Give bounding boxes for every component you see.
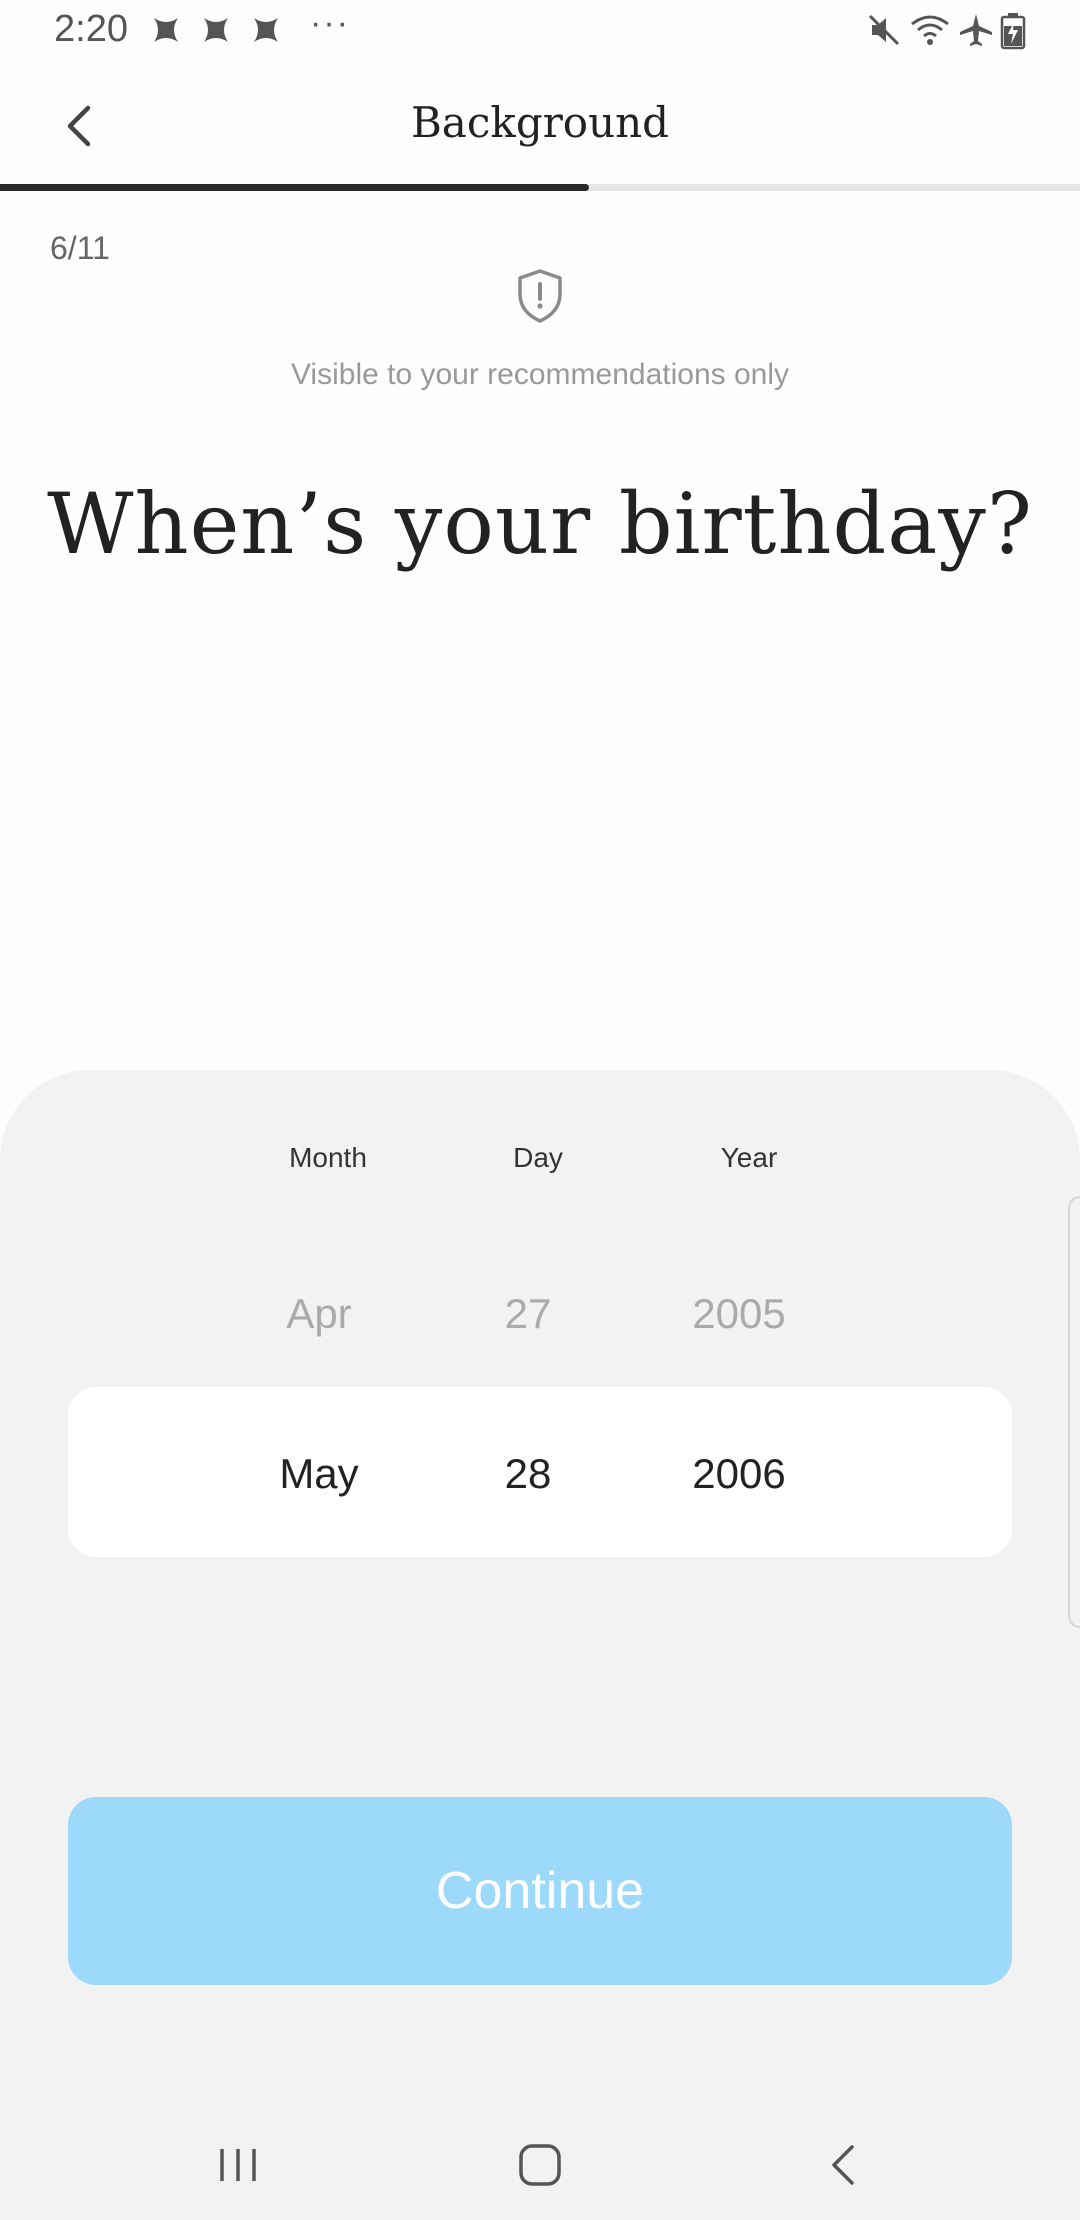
month-wheel-selected[interactable]: May	[219, 1450, 419, 1498]
home-button[interactable]	[500, 2130, 580, 2200]
day-wheel-selected[interactable]: 28	[428, 1450, 628, 1498]
home-icon	[519, 2144, 561, 2186]
step-counter: 6/11	[50, 230, 110, 266]
airplane-mode-icon	[960, 14, 992, 46]
app-bar: Background	[0, 64, 1080, 190]
continue-button-label: Continue	[435, 1862, 645, 1920]
day-option-previous[interactable]: 27	[428, 1290, 628, 1338]
year-column-label: Year	[720, 1142, 778, 1173]
privacy-note: Visible to your recommendations only	[290, 358, 790, 391]
app-notification-icon	[254, 18, 278, 42]
battery-charging-icon	[1000, 13, 1026, 50]
app-notification-icon	[154, 18, 178, 42]
system-nav-bar	[0, 2100, 1080, 2220]
day-column-label: Day	[513, 1142, 563, 1173]
more-notifications-indicator: ···	[310, 4, 350, 42]
year-wheel-selected[interactable]: 2006	[639, 1450, 839, 1498]
system-back-button[interactable]	[803, 2130, 883, 2200]
date-picker-sheet	[0, 1070, 1080, 2220]
year-option-previous[interactable]: 2005	[639, 1290, 839, 1338]
wifi-icon	[911, 15, 949, 45]
progress-bar-fill	[0, 184, 589, 191]
status-time: 2:20	[54, 8, 128, 50]
question-heading: When’s your birthday?	[47, 475, 1033, 573]
scroll-handle[interactable]	[1068, 1196, 1080, 1628]
status-bar: 2:20 ···	[0, 0, 1080, 64]
recent-apps-icon	[220, 2149, 256, 2181]
continue-button[interactable]: Continue	[68, 1797, 1012, 1985]
progress-bar	[0, 184, 1080, 191]
shield-alert-icon	[518, 269, 562, 323]
month-option-previous[interactable]: Apr	[219, 1290, 419, 1338]
mute-icon	[868, 14, 900, 46]
recent-apps-button[interactable]	[198, 2130, 278, 2200]
app-notification-icon	[204, 18, 228, 42]
back-icon	[832, 2145, 854, 2185]
page-title: Background	[410, 98, 670, 147]
month-column-label: Month	[289, 1142, 367, 1173]
